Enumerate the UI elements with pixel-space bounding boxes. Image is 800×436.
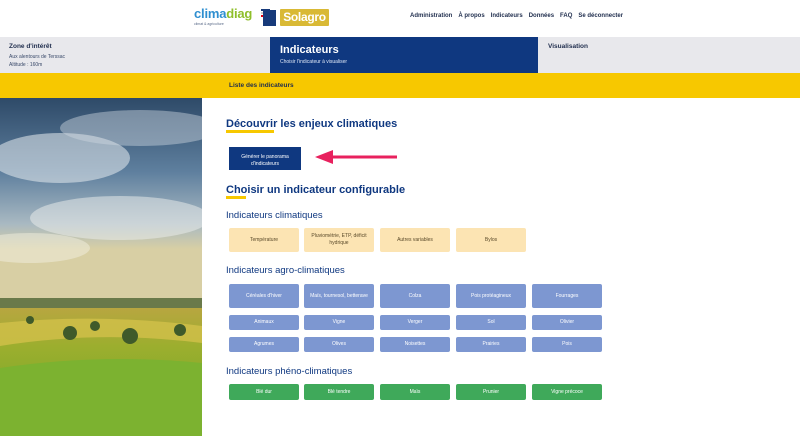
section-decouvrir-title: Découvrir les enjeux climatiques (226, 118, 397, 133)
tile-olivier[interactable]: Olivier (532, 315, 602, 330)
step-visualisation: Visualisation (548, 43, 588, 50)
landscape-photo (0, 98, 202, 436)
tile-ble-tendre[interactable]: Blé tendre (304, 384, 374, 400)
nav-faq[interactable]: FAQ (560, 13, 572, 19)
title-underline (226, 130, 274, 133)
step-indicateurs-title: Indicateurs (280, 44, 339, 56)
tile-vigne-precoce[interactable]: Vigne précoce (532, 384, 602, 400)
solagro-logo-text: Solagro (283, 10, 326, 24)
tile-sol[interactable]: Sol (456, 315, 526, 330)
logo-text-clima: clima (194, 6, 227, 21)
landscape-illustration (0, 98, 202, 436)
tile-cereales-hiver[interactable]: Céréales d'hiver (229, 284, 299, 308)
tile-prairies[interactable]: Prairies (456, 337, 526, 352)
tile-pluviometrie[interactable]: Pluviométrie, ETP, déficit hydrique (304, 228, 374, 252)
tile-fourrages[interactable]: Fourrages (532, 284, 602, 308)
generer-panorama-button[interactable]: Générer le panorama d'indicateurs (229, 147, 301, 170)
tile-ble-dur[interactable]: Blé dur (229, 384, 299, 400)
tile-olives[interactable]: Olives (304, 337, 374, 352)
nav-indicateurs[interactable]: Indicateurs (491, 13, 523, 19)
step-zone[interactable]: Zone d'intérêt Aux alentours de Terssac … (9, 43, 65, 69)
tile-vigne[interactable]: Vigne (304, 315, 374, 330)
climadiag-logo[interactable]: climadiag climat & agriculture (194, 7, 258, 31)
solagro-logo[interactable]: Solagro (280, 9, 329, 26)
tile-agrumes[interactable]: Agrumes (229, 337, 299, 352)
logo-text-diag: diag (226, 6, 253, 21)
main-nav: Administration À propos Indicateurs Donn… (410, 13, 629, 19)
arrow-left-icon (315, 150, 397, 164)
tile-animaux[interactable]: Animaux (229, 315, 299, 330)
step-zone-location: Aux alentours de Terssac (9, 54, 66, 60)
indicateurs-agro-title: Indicateurs agro-climatiques (226, 265, 345, 276)
logo-tagline: climat & agriculture (194, 22, 224, 26)
tile-verger[interactable]: Verger (380, 315, 450, 330)
tile-noisettes[interactable]: Noisettes (380, 337, 450, 352)
step-zone-title: Zone d'intérêt (9, 43, 52, 50)
tile-prunier[interactable]: Prunier (456, 384, 526, 400)
nav-donnees[interactable]: Données (529, 13, 554, 19)
top-header: climadiag climat & agriculture Solagro A… (0, 0, 800, 37)
tile-mais-tournesol[interactable]: Maïs, tournesol, betterave (304, 284, 374, 308)
nav-se-deconnecter[interactable]: Se déconnecter (578, 13, 623, 19)
meteo-france-logo (263, 10, 276, 26)
indicateurs-pheno-title: Indicateurs phéno-climatiques (226, 366, 353, 377)
tile-pois-proteagineux[interactable]: Pois protéagineux (456, 284, 526, 308)
tile-colza[interactable]: Colza (380, 284, 450, 308)
tile-mais-pheno[interactable]: Maïs (380, 384, 450, 400)
tile-pois[interactable]: Pois (532, 337, 602, 352)
indicateurs-climatiques-title: Indicateurs climatiques (226, 210, 323, 221)
nav-administration[interactable]: Administration (410, 13, 452, 19)
step-indicateurs-subtitle: Choisir l'indicateur à visualiser (280, 59, 348, 65)
tile-autres-variables[interactable]: Autres variables (380, 228, 450, 252)
nav-a-propos[interactable]: À propos (458, 13, 484, 19)
tile-bylos[interactable]: Bylos (456, 228, 526, 252)
subnav-bar: Liste des indicateurs (0, 73, 800, 98)
subnav-liste-indicateurs[interactable]: Liste des indicateurs (229, 82, 294, 89)
step-zone-altitude: Altitude : 160m (9, 62, 43, 68)
section-choisir-title: Choisir un indicateur configurable (226, 184, 405, 199)
step-indicateurs: Indicateurs Choisir l'indicateur à visua… (270, 37, 538, 73)
title-underline (226, 196, 246, 199)
tile-temperature[interactable]: Température (229, 228, 299, 252)
